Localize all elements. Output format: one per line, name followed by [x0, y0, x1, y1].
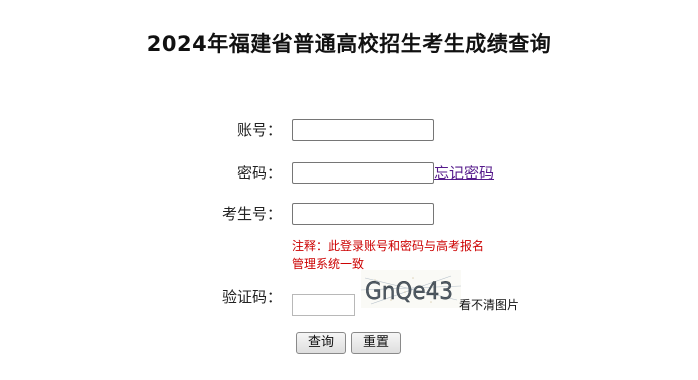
account-row: 账号：	[0, 119, 698, 143]
note-line-1: 注释：此登录账号和密码与高考报名	[292, 239, 485, 253]
exam-number-input[interactable]	[292, 203, 434, 225]
account-label: 账号：	[236, 121, 282, 139]
login-note: 注释：此登录账号和密码与高考报名 管理系统一致	[292, 237, 522, 273]
page-title: 2024年福建省普通高校招生考生成绩查询	[146, 32, 552, 56]
captcha-image[interactable]: GnQe43	[361, 270, 461, 308]
password-input[interactable]	[292, 162, 434, 184]
query-button[interactable]: 查询	[296, 332, 346, 354]
password-label: 密码：	[236, 164, 282, 182]
reset-button[interactable]: 重置	[351, 332, 401, 354]
account-input[interactable]	[292, 119, 434, 141]
exam-number-label: 考生号：	[221, 205, 282, 223]
password-row: 密码： 忘记密码	[0, 162, 698, 186]
captcha-refresh-link[interactable]: 看不清图片	[459, 296, 519, 313]
exam-number-row: 考生号：	[0, 203, 698, 227]
captcha-text: GnQe43	[365, 277, 453, 305]
captcha-input[interactable]	[292, 294, 355, 316]
forgot-password-link[interactable]: 忘记密码	[434, 164, 494, 182]
captcha-label: 验证码：	[221, 288, 282, 306]
